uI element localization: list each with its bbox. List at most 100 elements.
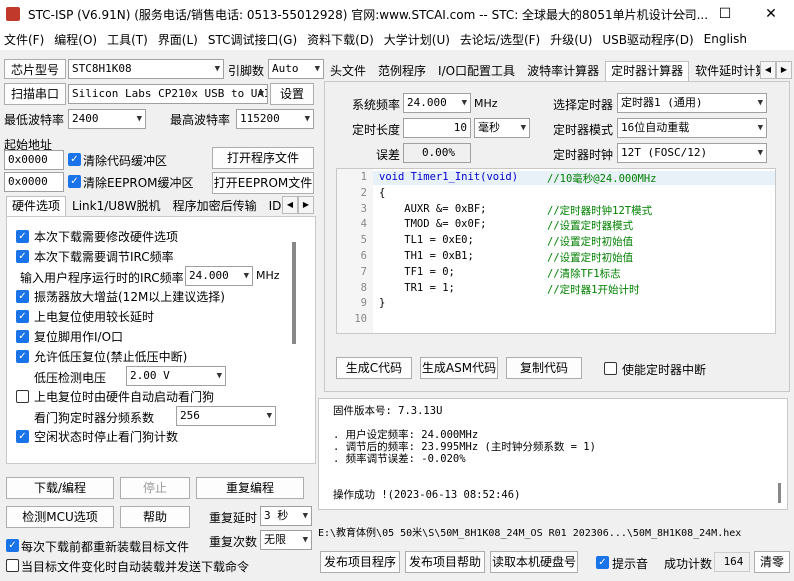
settings-button[interactable]: 设置 xyxy=(270,83,314,105)
code-text: TL1 = 0xE0; xyxy=(379,234,474,247)
menu-upgrade[interactable]: 升级(U) xyxy=(546,31,598,48)
hw-option-label: 上电复位时由硬件自动启动看门狗 xyxy=(34,389,215,404)
tab-header-files[interactable]: 头文件 xyxy=(324,61,372,81)
hw-option-label: 上电复位使用较长延时 xyxy=(34,309,155,324)
chip-model-select[interactable]: STC8H1K08 ▼ xyxy=(68,59,224,79)
beep-checkbox[interactable]: ✓ xyxy=(596,556,609,569)
code-editor[interactable]: 1 void Timer1_Init(void) //10毫秒@24.000MHz 2… xyxy=(336,168,776,334)
menu-tools[interactable]: 工具(T) xyxy=(103,31,154,48)
low-voltage-select[interactable]: 2.00 V ▼ xyxy=(126,366,226,386)
detect-mcu-button[interactable]: 检测MCU选项 xyxy=(6,506,114,528)
hw-option-irc[interactable]: ✓ 本次下载需要调节IRC频率 xyxy=(16,246,174,266)
publish-help-button[interactable]: 发布项目帮助 xyxy=(405,551,485,573)
hw-option-auto-wdt[interactable]: 上电复位时由硬件自动启动看门狗 xyxy=(16,386,214,406)
right-tab-scroll-right-icon[interactable]: ▶ xyxy=(776,61,792,79)
code-text: } xyxy=(379,297,386,310)
tab-link1-offline[interactable]: Link1/U8W脱机 xyxy=(66,196,167,216)
timer-length-input[interactable]: 10 xyxy=(403,118,471,138)
code-comment: //定时器时钟12T模式 xyxy=(547,204,653,217)
stop-button[interactable]: 停止 xyxy=(120,477,190,499)
tab-encrypted-transfer[interactable]: 程序加密后传输 xyxy=(167,196,263,216)
open-eeprom-button[interactable]: 打开EEPROM文件 xyxy=(212,172,314,194)
timer-select[interactable]: 定时器1 (通用) ▼ xyxy=(617,93,767,113)
right-tab-scroll-left-icon[interactable]: ◀ xyxy=(760,61,776,79)
code-address-input[interactable]: 0x0000 xyxy=(4,150,64,170)
port-select[interactable]: Silicon Labs CP210x USB to UAI ▼ xyxy=(68,84,268,104)
open-program-button[interactable]: 打开程序文件 xyxy=(212,147,314,169)
timer-unit-select[interactable]: 毫秒 ▼ xyxy=(474,118,530,138)
log-line: 操作成功 !(2023-06-13 08:52:46) xyxy=(333,489,521,501)
timer-select-label: 选择定时器 xyxy=(553,98,614,112)
enable-interrupt-checkbox[interactable] xyxy=(604,362,617,375)
tab-io-config[interactable]: I/O口配置工具 xyxy=(432,61,521,81)
menu-forum[interactable]: 去论坛/选型(F) xyxy=(456,31,546,48)
pins-select[interactable]: Auto ▼ xyxy=(268,59,324,79)
clear-count-button[interactable]: 清零 xyxy=(754,551,790,573)
timer-clock-select[interactable]: 12T (FOSC/12) ▼ xyxy=(617,143,767,163)
chevron-down-icon: ▼ xyxy=(266,411,272,421)
repeat-count-select[interactable]: 无限 ▼ xyxy=(260,530,312,550)
tab-hardware-options[interactable]: 硬件选项 xyxy=(6,196,67,216)
copy-code-button[interactable]: 复制代码 xyxy=(506,357,582,379)
maximize-button[interactable]: ☐ xyxy=(702,0,748,28)
menu-debug[interactable]: STC调试接口(G) xyxy=(204,31,303,48)
hw-option-reset-io[interactable]: ✓ 复位脚用作I/O口 xyxy=(16,326,123,346)
help-button[interactable]: 帮助 xyxy=(120,506,190,528)
code-line: 6 TH1 = 0xB1; //设置定时初始值 xyxy=(337,250,775,266)
code-lines: 1 void Timer1_Init(void) //10毫秒@24.000MHz 2… xyxy=(337,171,775,329)
min-baud-label: 最低波特率 xyxy=(4,113,65,127)
clear-eeprom-checkbox[interactable]: ✓ xyxy=(68,175,81,188)
wdt-divider-select[interactable]: 256 ▼ xyxy=(176,406,276,426)
menu-download[interactable]: 资料下载(D) xyxy=(303,31,380,48)
menu-program[interactable]: 编程(O) xyxy=(50,31,103,48)
line-number: 5 xyxy=(360,234,367,247)
line-number: 7 xyxy=(360,265,367,278)
clear-code-checkbox[interactable]: ✓ xyxy=(68,153,81,166)
code-line: 7 TF1 = 0; //清除TF1标志 xyxy=(337,266,775,282)
tab-scroll-right-icon[interactable]: ▶ xyxy=(298,196,314,214)
log-scrollbar[interactable] xyxy=(778,483,781,503)
tab-scroll-left-icon[interactable]: ◀ xyxy=(282,196,298,214)
menu-usb-driver[interactable]: USB驱动程序(D) xyxy=(598,31,699,48)
generate-asm-button[interactable]: 生成ASM代码 xyxy=(420,357,498,379)
max-baud-select[interactable]: 115200 ▼ xyxy=(236,109,314,129)
download-button[interactable]: 下载/编程 xyxy=(6,477,114,499)
reprogram-button[interactable]: 重复编程 xyxy=(196,477,304,499)
irc-freq-select[interactable]: 24.000 ▼ xyxy=(185,266,253,286)
repeat-delay-select[interactable]: 3 秒 ▼ xyxy=(260,506,312,526)
check-icon: ✓ xyxy=(16,429,29,443)
generate-c-button[interactable]: 生成C代码 xyxy=(336,357,412,379)
check-icon: ✓ xyxy=(16,329,29,343)
options-scrollbar[interactable] xyxy=(292,242,296,344)
read-disk-button[interactable]: 读取本机硬盘号 xyxy=(490,551,578,573)
chevron-down-icon: ▼ xyxy=(314,64,320,74)
tab-baud-calc[interactable]: 波特率计算器 xyxy=(521,61,605,81)
publish-program-button[interactable]: 发布项目程序 xyxy=(320,551,400,573)
timer-mode-select[interactable]: 16位自动重载 ▼ xyxy=(617,118,767,138)
menu-english[interactable]: English xyxy=(700,32,753,46)
menu-file[interactable]: 文件(F) xyxy=(0,31,50,48)
min-baud-select[interactable]: 2400 ▼ xyxy=(68,109,146,129)
hw-option-lvr[interactable]: ✓ 允许低压复位(禁止低压中断) xyxy=(16,346,187,366)
menu-interface[interactable]: 界面(L) xyxy=(154,31,204,48)
hw-option-label: 本次下载需要调节IRC频率 xyxy=(34,249,174,264)
hw-option-label: 允许低压复位(禁止低压中断) xyxy=(34,349,188,364)
log-output: 固件版本号: 7.3.13U . 用户设定频率: 24.000MHz. 调节后的频… xyxy=(318,398,788,510)
hw-option-power-delay[interactable]: ✓ 上电复位使用较长延时 xyxy=(16,306,154,326)
chevron-down-icon: ▼ xyxy=(214,64,220,74)
scan-port-button[interactable]: 扫描串口 xyxy=(4,83,66,105)
menu-university[interactable]: 大学计划(U) xyxy=(380,31,456,48)
hw-option-modify[interactable]: ✓ 本次下载需要修改硬件选项 xyxy=(16,226,178,246)
auto-send-checkbox[interactable] xyxy=(6,559,19,572)
tab-examples[interactable]: 范例程序 xyxy=(372,61,432,81)
check-icon: ✓ xyxy=(16,289,29,303)
tab-timer-calc[interactable]: 定时器计算器 xyxy=(605,61,690,81)
close-button[interactable]: ✕ xyxy=(748,0,794,28)
hw-option-idle-wdt[interactable]: ✓ 空闲状态时停止看门狗计数 xyxy=(16,426,178,446)
eeprom-address-input[interactable]: 0x0000 xyxy=(4,172,64,192)
chevron-down-icon: ▼ xyxy=(757,123,763,133)
minimize-button[interactable]: — xyxy=(656,0,702,28)
reload-each-checkbox[interactable]: ✓ xyxy=(6,539,19,552)
sys-freq-select[interactable]: 24.000 ▼ xyxy=(403,93,471,113)
hw-option-gain[interactable]: ✓ 振荡器放大增益(12M以上建议选择) xyxy=(16,286,225,306)
